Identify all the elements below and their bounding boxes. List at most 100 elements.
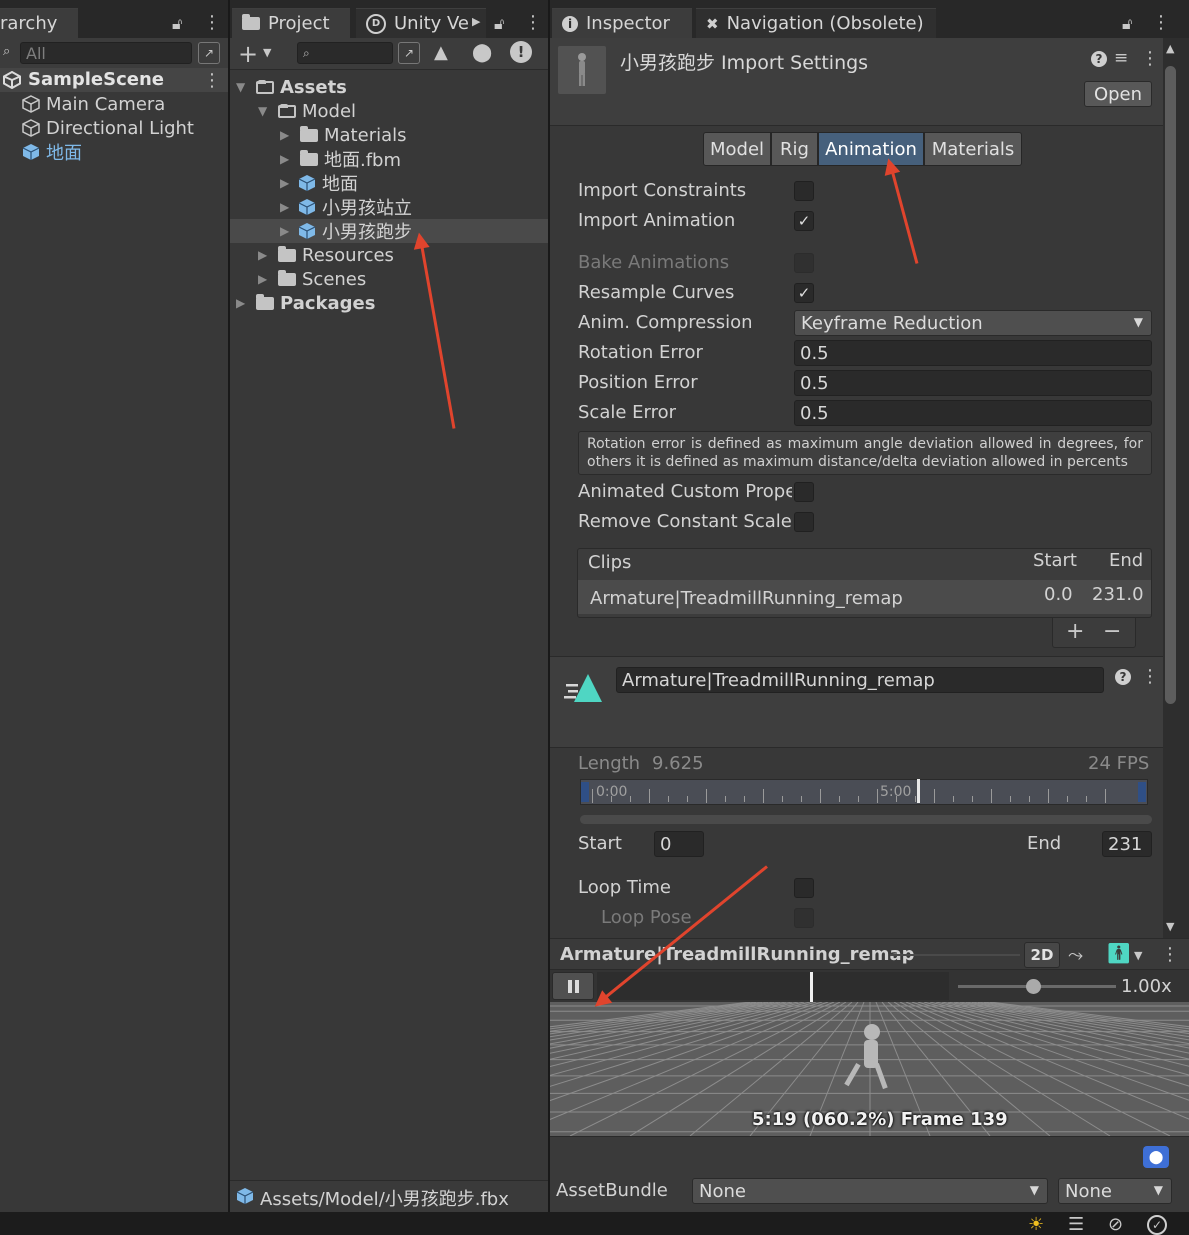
chevron-right-icon[interactable]: ▶ [280,128,294,142]
kebab-menu-icon[interactable]: ⋮ [1161,944,1179,965]
import-constraints-checkbox[interactable] [794,181,814,201]
open-button[interactable]: Open [1084,81,1152,107]
kebab-menu-icon[interactable]: ⋮ [1141,666,1159,687]
kebab-menu-icon[interactable]: ⋮ [524,12,542,33]
tab-project[interactable]: Project [232,8,350,38]
status-ok-icon[interactable]: ✓ [1147,1215,1167,1235]
tab-animation[interactable]: Animation [818,132,924,166]
chevron-right-icon[interactable]: ▶ [280,224,294,238]
speed-slider-thumb[interactable] [1026,979,1041,994]
chevron-down-icon[interactable]: ▼ [258,104,272,118]
hierarchy-item-directional-light[interactable]: Directional Light [22,116,194,140]
hierarchy-item-ground[interactable]: 地面 [22,140,82,164]
kebab-menu-icon[interactable]: ⋮ [1152,12,1170,33]
chevron-right-icon[interactable]: ▶ [258,272,272,286]
timeline-tick [1105,789,1106,803]
network-disabled-icon[interactable]: ⊘ [1108,1214,1123,1235]
preset-sliders-icon[interactable]: ≡ [1114,48,1128,68]
loop-time-checkbox[interactable] [794,878,814,898]
preview-2d-toggle[interactable]: 2D [1024,942,1060,968]
asset-label-tag-icon[interactable]: ⬤ [1143,1146,1169,1168]
lock-icon[interactable]: 🔓︎ [172,14,182,34]
timeline-scrollbar[interactable] [580,815,1152,824]
tab-inspector[interactable]: i Inspector [552,8,692,38]
lighting-bake-icon[interactable]: ☀ [1028,1214,1044,1235]
project-item-assets[interactable]: ▼ Assets [236,75,347,99]
project-item-boy-run[interactable]: ▶ 小男孩跑步 [280,219,412,243]
scale-error-field[interactable]: 0.5 [794,400,1152,426]
scrollbar-thumb[interactable] [1165,66,1176,704]
hierarchy-item-main-camera[interactable]: Main Camera [22,92,165,116]
project-item-scenes[interactable]: ▶ Scenes [258,267,366,291]
project-item-resources[interactable]: ▶ Resources [258,243,394,267]
chevron-right-icon[interactable]: ▶ [236,296,250,310]
avatar-preview-icon[interactable]: 🚹︎ [1106,941,1131,965]
preview-playhead [810,972,813,1002]
asset-bundle-variant-value: None [1065,1180,1112,1202]
maximize-icon[interactable]: ↗ [398,42,420,64]
tab-unity-version-control[interactable]: D Unity Ve [356,8,486,38]
project-item-ground[interactable]: ▶ 地面 [280,171,358,195]
hierarchy-search-input[interactable]: All [20,42,192,64]
timeline-end-handle[interactable] [1138,782,1146,802]
help-icon[interactable]: ? [1091,51,1107,67]
cache-server-icon[interactable]: ☰ [1068,1214,1084,1235]
anim-compression-value: Keyframe Reduction [801,312,983,334]
console-warning-icon[interactable]: ! [510,41,532,63]
filter-by-type-icon[interactable]: ▲ [434,42,448,63]
kebab-menu-icon[interactable]: ⋮ [203,12,221,33]
project-item-packages[interactable]: ▶ Packages [236,291,375,315]
remove-constant-scale-checkbox[interactable] [794,512,814,532]
clip-name-field[interactable]: Armature|TreadmillRunning_remap [616,667,1104,693]
end-field[interactable]: 231 [1102,831,1152,857]
start-field[interactable]: 0 [654,831,704,857]
chevron-right-icon[interactable]: ▶ [280,200,294,214]
animated-custom-checkbox[interactable] [794,482,814,502]
add-clip-button[interactable]: + [1066,619,1084,644]
chevron-down-icon[interactable]: ▼ [1134,949,1142,962]
scroll-up-icon[interactable]: ▲ [1166,42,1174,55]
resample-curves-checkbox[interactable]: ✓ [794,283,814,303]
position-error-field[interactable]: 0.5 [794,370,1152,396]
scale-error-label: Scale Error [578,402,677,423]
tab-navigation[interactable]: ✖ Navigation (Obsolete) [696,8,936,38]
chevron-right-icon[interactable]: ▶ [280,176,294,190]
scene-menu-icon[interactable]: ⋮ [203,70,221,91]
start-value: 0 [660,833,672,855]
chevron-right-icon[interactable]: ▶ [258,248,272,262]
tab-materials[interactable]: Materials [924,132,1022,166]
tab-hierarchy[interactable]: rarchy [0,8,78,38]
project-item-boy-stand[interactable]: ▶ 小男孩站立 [280,195,412,219]
scroll-down-icon[interactable]: ▼ [1166,920,1174,933]
add-create-button[interactable]: + [238,40,258,68]
tab-rig[interactable]: Rig [771,132,818,166]
remove-clip-button[interactable]: − [1103,619,1121,644]
project-item-label: 地面 [322,174,358,195]
tab-overflow-icon[interactable]: ▶ [472,15,480,28]
project-item-materials[interactable]: ▶ Materials [280,123,407,147]
timeline-start-handle[interactable] [581,782,589,802]
project-item-ground-fbm[interactable]: ▶ 地面.fbm [280,147,401,171]
asset-bundle-variant-dropdown[interactable]: None ▼ [1058,1178,1172,1204]
anim-compression-dropdown[interactable]: Keyframe Reduction ▼ [794,310,1152,336]
lock-icon[interactable]: 🔓︎ [494,14,504,34]
pause-button[interactable] [552,972,594,1000]
import-animation-checkbox[interactable]: ✓ [794,211,814,231]
checkmark-icon: ✓ [797,212,811,230]
chevron-down-icon[interactable]: ▼ [263,46,271,59]
timeline-ruler[interactable] [580,779,1148,805]
maximize-icon[interactable]: ↗ [198,42,220,64]
preview-timeline[interactable] [597,972,949,1000]
filter-by-label-icon[interactable]: ⬤ [472,42,492,63]
project-item-model[interactable]: ▼ Model [258,99,356,123]
pivot-toggle-icon[interactable]: ⤳ [1068,944,1083,966]
chevron-down-icon[interactable]: ▼ [236,80,250,94]
chevron-right-icon[interactable]: ▶ [280,152,294,166]
tab-model[interactable]: Model [703,132,771,166]
help-icon[interactable]: ? [1115,669,1131,685]
project-search-input[interactable]: ⌕ [297,42,393,64]
lock-icon[interactable]: 🔓︎ [1122,14,1132,34]
asset-bundle-dropdown[interactable]: None ▼ [692,1178,1048,1204]
kebab-menu-icon[interactable]: ⋮ [1141,48,1159,69]
rotation-error-field[interactable]: 0.5 [794,340,1152,366]
